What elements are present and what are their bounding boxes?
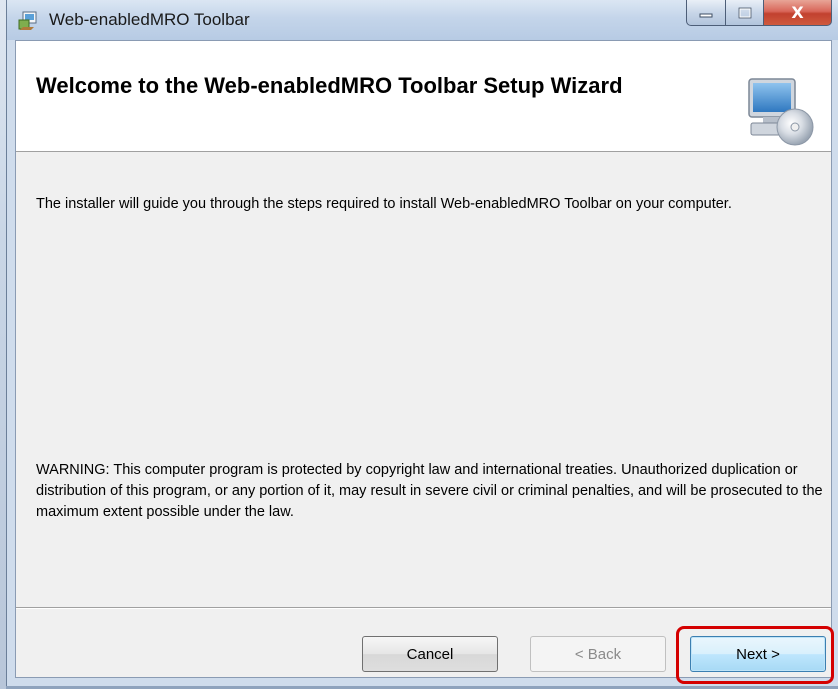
window-title: Web-enabledMRO Toolbar — [49, 10, 250, 29]
maximize-button[interactable] — [726, 0, 764, 26]
installer-app-icon — [18, 11, 37, 30]
page-title: Welcome to the Web-enabledMRO Toolbar Se… — [36, 73, 623, 98]
maximize-icon — [738, 7, 751, 18]
computer-cd-icon — [748, 78, 814, 146]
title-bar[interactable]: Web-enabledMRO Toolbar X — [7, 0, 838, 40]
installer-window: Web-enabledMRO Toolbar X Welcome to the … — [6, 0, 838, 686]
copyright-warning-text: WARNING: This computer program is protec… — [36, 462, 823, 520]
button-divider — [16, 607, 831, 609]
close-button[interactable]: X — [764, 0, 832, 26]
close-icon: X — [791, 3, 804, 22]
window-controls: X — [686, 0, 832, 28]
minimize-button[interactable] — [686, 0, 726, 26]
cancel-button[interactable]: Cancel — [362, 636, 498, 672]
minimize-icon — [699, 13, 713, 17]
back-button[interactable]: < Back — [530, 636, 666, 672]
wizard-banner: Welcome to the Web-enabledMRO Toolbar Se… — [16, 41, 831, 152]
next-button-highlight — [676, 626, 834, 684]
intro-text: The installer will guide you through the… — [36, 196, 732, 212]
wizard-content: Welcome to the Web-enabledMRO Toolbar Se… — [15, 40, 834, 684]
